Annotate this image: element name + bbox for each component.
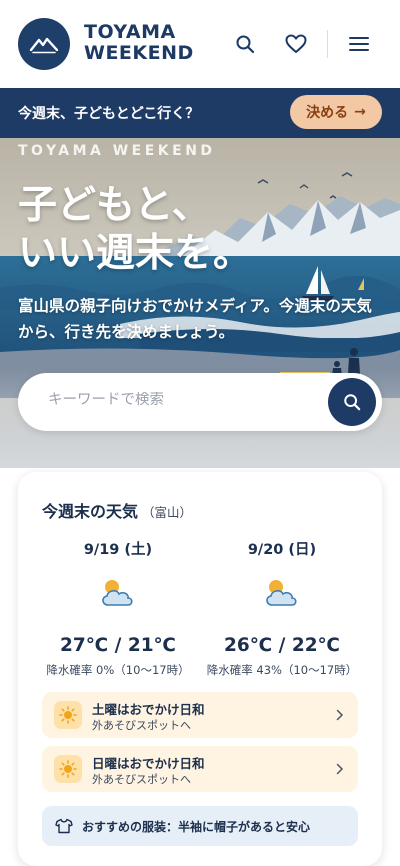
sun-icon [54, 755, 82, 783]
hero-title: 子どもと、 いい週末を。 [18, 182, 252, 278]
search-input[interactable] [48, 392, 308, 408]
decide-button-label: 決める [306, 105, 349, 121]
suggestion-subtitle: 外あそびスポットへ [92, 719, 191, 732]
hero-title-line-1: 子どもと、 [18, 183, 211, 228]
day-temperature: 26℃ / 22℃ [224, 635, 340, 656]
menu-icon[interactable] [343, 28, 375, 60]
brand-name[interactable]: TOYAMA WEEKEND [84, 22, 194, 64]
weather-day-saturday: 9/19 (土) 27℃ / 21℃ 降水確率 0%（10〜17時） [38, 538, 198, 678]
search-bar [18, 373, 382, 431]
suggestion-title: 日曜はおでかけ日和 [92, 756, 205, 771]
weather-day-sunday: 9/20 (日) 26℃ / 22℃ 降水確率 43%（10〜17時） [202, 538, 362, 678]
brand-line-2: WEEKEND [84, 42, 194, 64]
heart-icon[interactable] [280, 28, 312, 60]
day-rain-probability: 降水確率 0%（10〜17時） [46, 663, 190, 677]
tshirt-icon [54, 816, 74, 836]
suggestion-subtitle: 外あそびスポットへ [92, 773, 191, 786]
hero-subtitle: 富山県の親子向けおでかけメディア。今週末の天気から、行き先を決めましょう。 [18, 297, 372, 341]
suggestion-title: 土曜はおでかけ日和 [92, 702, 205, 717]
day-temperature: 27℃ / 21℃ [60, 635, 176, 656]
site-header: TOYAMA WEEKEND [0, 0, 400, 88]
search-icon [344, 394, 361, 411]
day-date: 9/20 (日) [247, 542, 317, 558]
outfit-text: おすすめの服装：半袖に帽子があると安心 [82, 820, 311, 834]
day-rain-probability: 降水確率 43%（10〜17時） [206, 663, 358, 677]
chevron-right-icon [332, 705, 348, 725]
weather-title: 今週末の天気 （富山） [42, 498, 192, 522]
weather-location: （富山） [142, 505, 193, 520]
chevron-right-icon [332, 759, 348, 779]
suggestion-saturday[interactable]: 土曜はおでかけ日和 外あそびスポットへ [42, 692, 358, 738]
search-button[interactable] [328, 378, 376, 426]
weather-title-text: 今週末の天気 [42, 502, 139, 521]
brand-line-1: TOYAMA [84, 21, 176, 43]
partly-cloudy-icon [266, 580, 297, 606]
partly-cloudy-icon [102, 580, 133, 606]
suggestion-sunday[interactable]: 日曜はおでかけ日和 外あそびスポットへ [42, 746, 358, 792]
mountain-logo-icon[interactable] [18, 18, 70, 70]
promo-text: 今週末、子どもとどこ行く？ [18, 106, 200, 122]
outfit-recommendation: おすすめの服装：半袖に帽子があると安心 [42, 806, 358, 846]
day-date: 9/19 (土) [83, 542, 153, 558]
weather-card: 今週末の天気 （富山） 9/19 (土) 27℃ / 21℃ 降水確率 0%（10… [18, 472, 382, 866]
hero-kicker: TOYAMA WEEKEND [18, 143, 216, 159]
search-icon[interactable] [229, 28, 261, 60]
header-divider [327, 30, 328, 58]
sun-icon [54, 701, 82, 729]
decide-button[interactable]: 決める → [290, 95, 382, 129]
arrow-right-icon: → [354, 104, 366, 120]
hero-title-line-2: いい週末を。 [18, 231, 253, 276]
